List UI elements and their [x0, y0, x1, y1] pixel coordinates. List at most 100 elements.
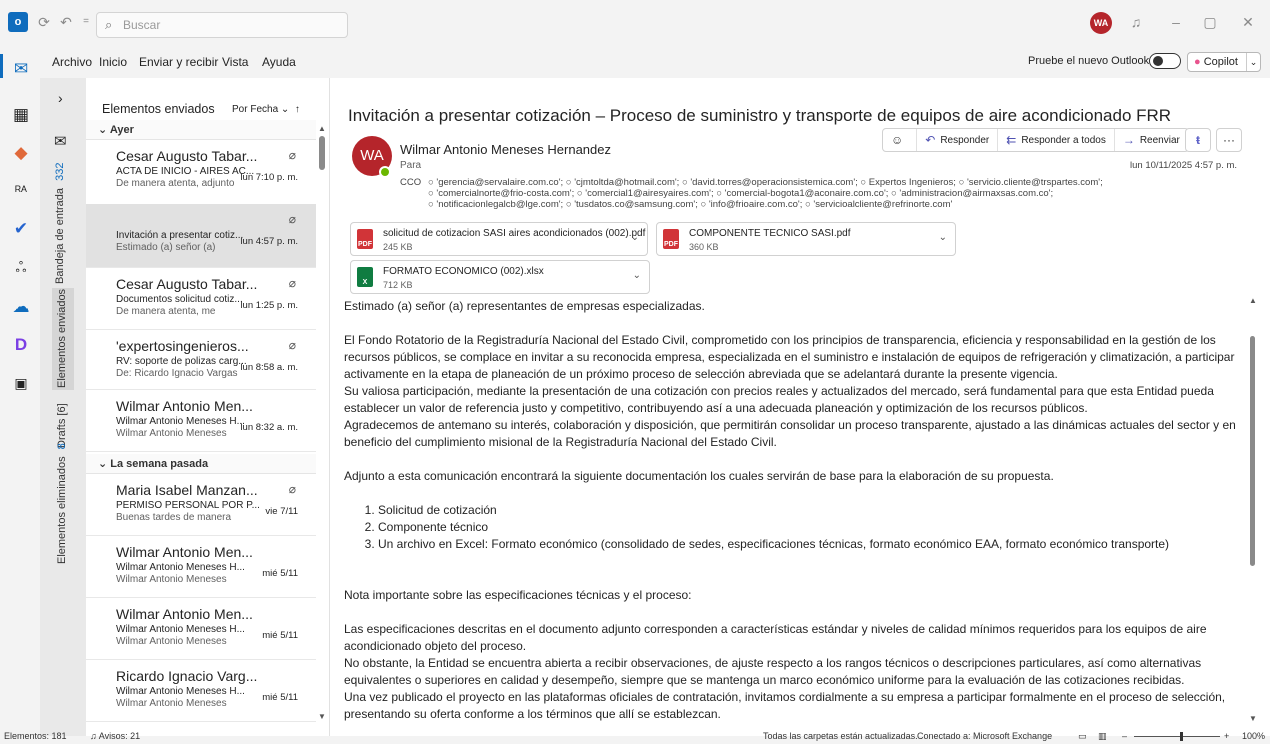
- folder-sent[interactable]: Elementos enviados: [56, 289, 68, 388]
- search-box[interactable]: ⌕ Buscar: [96, 12, 348, 38]
- chevron-down-icon[interactable]: ⌄: [633, 270, 641, 281]
- msg-date: mié 5/11: [262, 568, 298, 579]
- groups-icon[interactable]: ஃ: [10, 256, 32, 278]
- message-list: Elementos enviados Por Fecha ⌄ ↑ ⌄ Ayer …: [86, 78, 330, 736]
- quick-access-dropdown-icon[interactable]: =: [76, 12, 96, 32]
- body-paragraph: Agradecemos de antemano su interés, cola…: [344, 418, 1236, 449]
- msg-from: Cesar Augusto Tabar...: [116, 148, 258, 164]
- forward-icon: →: [1122, 133, 1135, 147]
- reply-button[interactable]: ↶ Responder: [917, 129, 999, 151]
- msg-date: lun 8:32 a. m.: [240, 422, 298, 433]
- list-scrollbar[interactable]: ▲ ▼: [318, 124, 326, 724]
- list-item[interactable]: Wilmar Antonio Men... Wilmar Antonio Men…: [86, 536, 316, 598]
- teams-icon[interactable]: ŧ: [1185, 128, 1211, 152]
- status-connection: Conectado a: Microsoft Exchange: [917, 731, 1053, 741]
- more-options-icon[interactable]: ···: [1216, 128, 1242, 152]
- status-items: Elementos: 181: [4, 731, 67, 741]
- list-item-selected[interactable]: ⌀ Invitación a presentar cotiz... Estima…: [86, 204, 316, 268]
- close-icon[interactable]: ✕: [1238, 12, 1258, 32]
- menu-bar: Archivo Inicio Enviar y recibir Vista Ay…: [40, 46, 1270, 78]
- folder-drafts-label: Drafts [6]: [56, 403, 68, 448]
- msg-from: Wilmar Antonio Men...: [116, 544, 253, 560]
- expand-pane-icon[interactable]: ›: [58, 90, 63, 106]
- chevron-down-icon[interactable]: ⌄: [1246, 53, 1260, 71]
- copilot-button[interactable]: ● Copilot ⌄: [1187, 52, 1261, 72]
- body-paragraph: Una vez publicado el proyecto en las pla…: [344, 690, 1226, 721]
- list-item[interactable]: Wilmar Antonio Men... Wilmar Antonio Men…: [86, 390, 316, 452]
- folder-deleted[interactable]: Elementos eliminados 8: [56, 443, 68, 564]
- body-note-title: Nota importante sobre las especificacion…: [344, 588, 692, 602]
- msg-from: Maria Isabel Manzan...: [116, 482, 258, 498]
- group-header-ayer[interactable]: ⌄ Ayer: [86, 120, 316, 140]
- menu-vista[interactable]: Vista: [222, 55, 248, 69]
- chevron-down-icon[interactable]: ⌄: [631, 232, 639, 243]
- app-rail: ✉ ▦ ◆ ᴿᴬ ✔ ஃ ☁ D ▣: [0, 46, 40, 736]
- menu-inicio[interactable]: Inicio: [99, 55, 127, 69]
- list-item[interactable]: Wilmar Antonio Men... Wilmar Antonio Men…: [86, 598, 316, 660]
- reply-label: Responder: [940, 134, 990, 146]
- normal-view-icon[interactable]: ▭: [1078, 731, 1087, 742]
- copilot-rail-icon[interactable]: ◆: [10, 142, 32, 164]
- apps-icon[interactable]: ▣: [10, 372, 32, 394]
- attachment-size: 712 KB: [383, 280, 413, 290]
- forward-button[interactable]: → Reenviar: [1115, 129, 1188, 151]
- calendar-icon[interactable]: ▦: [10, 104, 32, 126]
- status-alerts[interactable]: ♫ Avisos: 21: [90, 731, 140, 741]
- list-item[interactable]: Ricardo Ignacio Varg... Wilmar Antonio M…: [86, 660, 316, 722]
- paperclip-icon: ⌀: [288, 148, 296, 162]
- sync-icon[interactable]: ⟳: [34, 12, 54, 32]
- loop-icon[interactable]: D: [10, 334, 32, 356]
- menu-archivo[interactable]: Archivo: [52, 55, 92, 69]
- onedrive-icon[interactable]: ☁: [10, 296, 32, 318]
- bell-icon[interactable]: ♫: [1126, 12, 1146, 32]
- msg-date: mié 5/11: [262, 630, 298, 641]
- attachment-2[interactable]: PDF COMPONENTE TECNICO SASI.pdf 360 KB ⌄: [656, 222, 956, 256]
- reply-all-button[interactable]: ⇇ Responder a todos: [998, 129, 1115, 151]
- body-paragraph: Su valiosa participación, mediante la pr…: [344, 384, 1214, 415]
- msg-from: [116, 212, 276, 228]
- account-avatar[interactable]: WA: [1090, 12, 1112, 34]
- reading-view-icon[interactable]: ▥: [1098, 731, 1107, 742]
- attachment-name: FORMATO ECONOMICO (002).xlsx: [383, 266, 544, 277]
- attachment-1[interactable]: PDF solicitud de cotizacion SASI aires a…: [350, 222, 648, 256]
- attachment-list: Solicitud de cotización Componente técni…: [378, 502, 1244, 553]
- folder-deleted-label: Elementos eliminados: [56, 456, 68, 564]
- list-item[interactable]: ⌀ Cesar Augusto Tabar... ACTA DE INICIO …: [86, 140, 316, 210]
- sender-name[interactable]: Wilmar Antonio Meneses Hernandez: [400, 142, 611, 157]
- reading-scrollbar[interactable]: ▲ ▼: [1248, 296, 1258, 726]
- emoji-button[interactable]: ☺: [883, 129, 918, 151]
- attachment-name: COMPONENTE TECNICO SASI.pdf: [689, 228, 851, 239]
- people-icon[interactable]: ᴿᴬ: [10, 180, 32, 202]
- msg-from: Cesar Augusto Tabar...: [116, 276, 258, 292]
- list-item[interactable]: ⌀ Maria Isabel Manzan... PERMISO PERSONA…: [86, 474, 316, 536]
- folder-drafts[interactable]: Drafts [6]: [56, 403, 68, 448]
- sort-by-date[interactable]: Por Fecha ⌄ ↑: [232, 104, 300, 115]
- menu-ayuda[interactable]: Ayuda: [262, 55, 296, 69]
- list-item[interactable]: ⌀ Cesar Augusto Tabar... Documentos soli…: [86, 268, 316, 330]
- list-item[interactable]: ⌀ 'expertosingenieros... RV: soporte de …: [86, 330, 316, 390]
- reply-icon: ↶: [925, 133, 936, 147]
- folder-inbox[interactable]: Bandeja de entrada 332: [54, 163, 66, 284]
- paperclip-icon: ⌀: [288, 276, 296, 290]
- attachment-3[interactable]: X FORMATO ECONOMICO (002).xlsx 712 KB ⌄: [350, 260, 650, 294]
- menu-enviar-recibir[interactable]: Enviar y recibir: [139, 55, 218, 69]
- new-mail-icon[interactable]: ✉: [54, 132, 67, 150]
- paperclip-icon: ⌀: [288, 338, 296, 352]
- minimize-icon[interactable]: –: [1166, 12, 1186, 32]
- list-entry: Solicitud de cotización: [378, 502, 1244, 519]
- restore-icon[interactable]: ▢: [1200, 12, 1220, 32]
- excel-icon: X: [357, 267, 373, 287]
- mail-icon[interactable]: ✉: [10, 58, 32, 80]
- email-subject: Invitación a presentar cotización – Proc…: [348, 106, 1172, 125]
- msg-from: 'expertosingenieros...: [116, 338, 249, 354]
- new-outlook-toggle[interactable]: [1149, 53, 1181, 69]
- group-header-semana-pasada[interactable]: ⌄ La semana pasada: [86, 454, 316, 474]
- todo-icon[interactable]: ✔: [10, 218, 32, 240]
- undo-icon[interactable]: ↶: [56, 12, 76, 32]
- cco-recipients[interactable]: ○ 'gerencia@servalaire.com.co'; ○ 'cjmto…: [428, 177, 1258, 210]
- email-body: Estimado (a) señor (a) representantes de…: [344, 298, 1244, 723]
- paperclip-icon: ⌀: [288, 482, 296, 496]
- group-label: La semana pasada: [110, 458, 209, 470]
- chevron-down-icon[interactable]: ⌄: [939, 232, 947, 243]
- list-title: Elementos enviados: [102, 102, 215, 116]
